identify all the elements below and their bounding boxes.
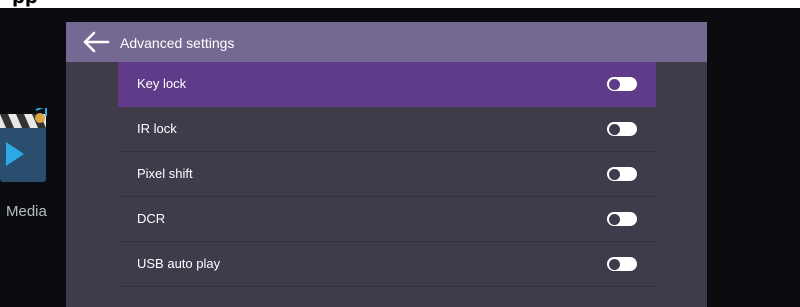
setting-row-key-lock[interactable]: Key lock [118,62,656,107]
media-label[interactable]: Media [6,203,47,220]
pixel-shift-toggle[interactable] [607,167,637,181]
setting-label: USB auto play [137,256,221,271]
toggle-knob [609,168,620,180]
setting-label: DCR [137,211,166,226]
setting-label: Key lock [137,76,187,91]
toggle-knob [609,78,620,90]
dcr-toggle[interactable] [607,212,637,226]
usb-auto-play-toggle[interactable] [607,257,637,271]
setting-row-pixel-shift[interactable]: Pixel shift [118,152,656,197]
panel-header: Advanced settings [66,22,707,62]
key-lock-toggle[interactable] [607,77,637,91]
toggle-knob [609,123,620,135]
setting-row-usb-auto-play[interactable]: USB auto play [118,242,656,287]
top-strip [0,0,800,8]
page-heading-fragment: pp [12,0,38,9]
toggle-knob [609,258,620,270]
setting-label: IR lock [137,121,177,136]
panel-title: Advanced settings [120,35,235,51]
setting-label: Pixel shift [137,166,193,181]
setting-row-ir-lock[interactable]: IR lock [118,107,656,152]
setting-row-dcr[interactable]: DCR [118,197,656,242]
ir-lock-toggle[interactable] [607,122,637,136]
toggle-knob [609,213,620,225]
back-arrow-icon[interactable] [82,31,110,53]
advanced-settings-panel: Advanced settings Key lock IR lock Pixel… [66,22,707,307]
settings-list: Key lock IR lock Pixel shift DCR USB aut… [118,62,656,287]
media-clapperboard-icon[interactable] [0,108,52,188]
